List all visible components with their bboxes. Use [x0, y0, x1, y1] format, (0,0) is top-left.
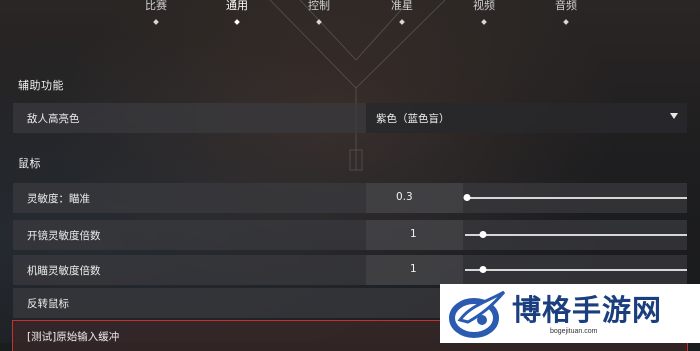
dropdown-selected-value: 紫色（蓝色盲）	[376, 113, 450, 125]
aim-multiplier-slider[interactable]	[465, 266, 687, 273]
section-title-accessibility: 辅助功能	[18, 79, 64, 92]
scope-multiplier-slider[interactable]	[465, 231, 687, 238]
tab-crosshair[interactable]: 准星	[391, 0, 413, 13]
tab-audio[interactable]: 音频	[555, 0, 577, 13]
setting-value: 1	[410, 263, 417, 275]
sensitivity-slider[interactable]	[463, 194, 687, 201]
setting-label: 反转鼠标	[27, 298, 69, 310]
setting-row-aim-multiplier: 机瞄灵敏度倍数 1	[13, 255, 687, 285]
site-logo-icon	[449, 290, 506, 338]
tab-video[interactable]: 视频	[473, 0, 495, 13]
tab-general[interactable]: 通用	[226, 0, 248, 13]
setting-value: 1	[410, 228, 417, 240]
value-input[interactable]	[366, 183, 463, 213]
tab-bar: 比赛 通用 控制 准星 视频 音频	[0, 0, 700, 26]
slider-handle[interactable]	[479, 266, 487, 273]
setting-label: 开镜灵敏度倍数	[27, 230, 101, 242]
tab-indicator-dot	[153, 19, 159, 25]
watermark-url: bogejituan.com	[550, 328, 598, 335]
setting-row-sensitivity-aim: 灵敏度：瞄准 0.3	[13, 183, 687, 213]
setting-label: 灵敏度：瞄准	[27, 193, 90, 205]
tab-controls[interactable]: 控制	[308, 0, 330, 13]
slider-handle[interactable]	[463, 194, 471, 201]
setting-label: 敌人高亮色	[27, 113, 80, 125]
watermark: 博格手游网 bogejituan.com	[440, 284, 700, 343]
setting-label: [测试]原始输入缓冲	[27, 331, 120, 343]
tab-indicator-dot	[234, 19, 240, 25]
section-title-mouse: 鼠标	[18, 157, 41, 170]
watermark-title: 博格手游网	[512, 293, 663, 327]
tab-indicator-dot	[399, 19, 405, 25]
tab-indicator-dot	[481, 19, 487, 25]
slider-handle[interactable]	[479, 231, 487, 238]
tab-indicator-dot	[563, 19, 569, 25]
setting-value: 0.3	[396, 191, 413, 203]
tab-indicator-dot	[316, 19, 322, 25]
tab-match[interactable]: 比赛	[145, 0, 167, 13]
setting-row-enemy-highlight: 敌人高亮色 紫色（蓝色盲）	[13, 103, 687, 133]
setting-label: 机瞄灵敏度倍数	[27, 265, 101, 277]
setting-row-scope-multiplier: 开镜灵敏度倍数 1	[13, 220, 687, 250]
chevron-down-icon	[670, 113, 678, 119]
